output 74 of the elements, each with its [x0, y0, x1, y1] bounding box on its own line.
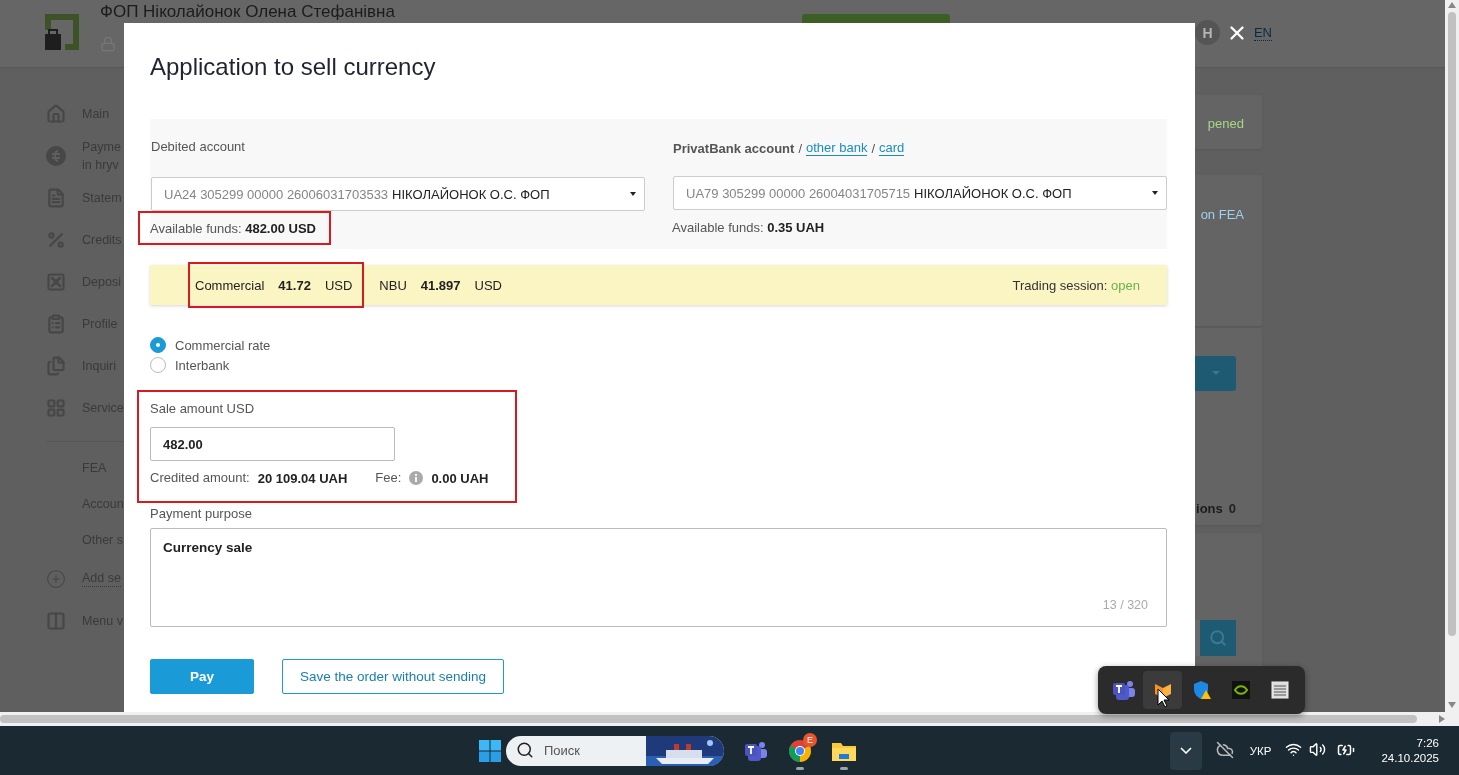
rate-name: NBU	[379, 277, 407, 293]
files-icon	[46, 356, 66, 376]
grid-icon	[46, 398, 66, 418]
dialog-title: Application to sell currency	[150, 52, 437, 82]
horizontal-scrollbar[interactable]	[0, 712, 1459, 726]
radio-option[interactable]: Interbank	[150, 357, 1167, 373]
credited-amount: 20 109.04 UAH	[257, 470, 348, 486]
field-label: Debited account	[151, 139, 245, 155]
vertical-scrollbar[interactable]	[1445, 0, 1459, 712]
radio-option[interactable]: Commercial rate	[150, 337, 1167, 353]
avatar[interactable]: Н	[1194, 20, 1220, 45]
home-icon	[46, 104, 66, 124]
teams-icon	[1111, 679, 1136, 701]
cloud-off-icon[interactable]	[1215, 740, 1236, 761]
counter-label: ions	[1196, 500, 1223, 516]
separator: /	[871, 140, 876, 156]
tray-app[interactable]	[1143, 671, 1182, 709]
rate-value: 41.897	[420, 277, 461, 293]
chrome-icon	[788, 738, 812, 763]
scrollbar-thumb[interactable]	[1448, 12, 1456, 636]
rate-value: 41.72	[278, 277, 311, 293]
fee-label: Fee:	[375, 470, 402, 486]
available-funds: Available funds: 482.00 USD	[150, 221, 316, 236]
clock[interactable]: 7:26 24.10.2025	[1381, 737, 1439, 764]
radio-button[interactable]	[150, 357, 166, 373]
chevron-down-icon	[1179, 747, 1192, 754]
input-language[interactable]: УКР	[1249, 744, 1272, 757]
nvidia-icon	[1230, 680, 1251, 700]
cursor-icon	[1157, 688, 1171, 708]
taskbar-search[interactable]: Поиск	[506, 735, 724, 766]
radio-button[interactable]	[150, 337, 166, 353]
field-label: Sale amount USD	[150, 401, 255, 417]
tray-toggle[interactable]	[1169, 731, 1202, 770]
notification-badge: E	[803, 732, 817, 747]
amount-field[interactable]: 482.00	[150, 427, 395, 461]
fea-link[interactable]: on FEA	[1200, 207, 1244, 223]
rate-currency: USD	[324, 277, 353, 293]
credited-label: Credited amount:	[150, 470, 250, 486]
rate-currency: USD	[474, 277, 502, 293]
bank-link[interactable]: other bank	[806, 140, 868, 156]
windows-logo-icon	[479, 739, 501, 762]
language-link[interactable]: EN	[1253, 24, 1272, 41]
shield-warning-icon	[1191, 680, 1212, 700]
scrollbar-thumb[interactable]	[0, 715, 1417, 723]
logo-icon	[45, 14, 79, 50]
teams-icon	[744, 739, 768, 762]
columns-icon	[46, 611, 66, 631]
percent-icon	[46, 230, 66, 250]
document-icon	[46, 188, 66, 208]
field-label: Payment purpose	[150, 506, 253, 522]
safe-icon	[46, 272, 66, 292]
separator: /	[798, 140, 802, 156]
taskbar-app[interactable]: E	[780, 730, 820, 771]
account-select[interactable]: UA24 305299 00000 26006031703533 НІКОЛАЙОНОК О.С. ФОП	[151, 177, 645, 211]
account-select[interactable]: UA79 305299 00000 26004031705715 НІКОЛАЙОНОК О.С. ФОП	[673, 176, 1167, 210]
bank-link[interactable]: card	[879, 140, 905, 156]
monitor-icon	[1269, 680, 1290, 700]
info-icon	[409, 471, 424, 485]
trading-session: Trading session: open	[1012, 277, 1140, 293]
rate-name: Commercial	[195, 277, 265, 293]
fee-amount: 0.00 UAH	[431, 470, 489, 486]
save-button[interactable]: Save the order without sending	[282, 659, 505, 694]
pay-button[interactable]: Pay	[150, 659, 254, 694]
available-funds: Available funds: 0.35 UAH	[672, 220, 825, 235]
search-icon	[1209, 629, 1227, 648]
status-text: pened	[1207, 116, 1244, 131]
list-icon	[46, 314, 66, 334]
counter-value: 0	[1228, 500, 1236, 516]
organization-name[interactable]: ФОП Ніколайонок Олена Стефанівна	[100, 2, 395, 22]
plus-icon	[46, 569, 66, 589]
purpose-field[interactable]: Currency sale 13 / 320	[150, 528, 1167, 627]
character-counter: 13 / 320	[1102, 598, 1148, 612]
coin-icon	[46, 146, 66, 166]
field-label: PrivatBank account	[673, 140, 795, 156]
